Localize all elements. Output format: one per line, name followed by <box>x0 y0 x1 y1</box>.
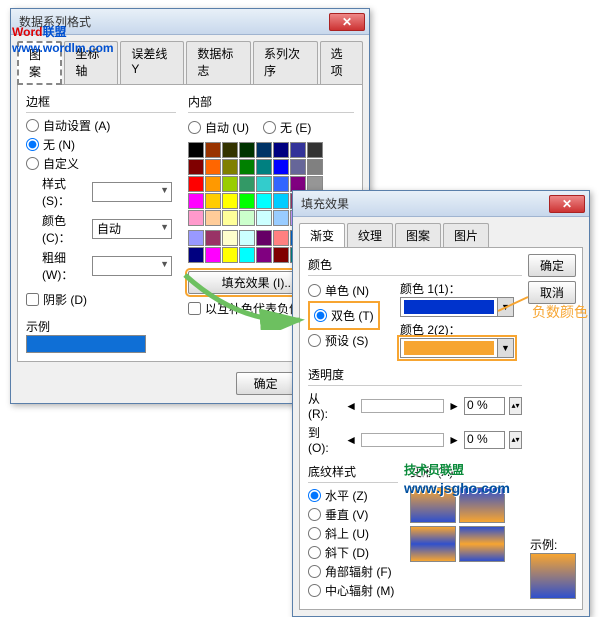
radio-none[interactable]: 无 (N) <box>26 136 176 153</box>
radio-horiz[interactable]: 水平 (Z) <box>308 487 398 504</box>
cancel-button-2[interactable]: 取消 <box>528 281 576 304</box>
ok-button-2[interactable]: 确定 <box>528 254 576 277</box>
radio-preset[interactable]: 预设 (S) <box>308 332 388 349</box>
sample-preview-2 <box>530 553 576 599</box>
tab-order[interactable]: 系列次序 <box>253 41 318 84</box>
from-label: 从 (R): <box>308 390 341 421</box>
titlebar: 数据系列格式 ✕ <box>11 9 369 35</box>
variant-grid[interactable] <box>410 487 505 562</box>
to-pct: 0 % <box>464 431 505 449</box>
close-icon-2[interactable]: ✕ <box>549 195 585 213</box>
c2-label: 颜色 2(2)： <box>400 321 514 338</box>
tab-options[interactable]: 选项 <box>320 41 363 84</box>
from-slider[interactable] <box>361 399 444 413</box>
neg-color-annotation: 负数颜色 <box>532 302 588 322</box>
border-label: 边框 <box>26 93 176 113</box>
to-spin[interactable]: ▴▾ <box>509 431 522 449</box>
from-spin[interactable]: ▴▾ <box>509 397 522 415</box>
color-combo[interactable]: 自动 <box>92 219 172 239</box>
colors-label: 颜色 <box>308 256 522 276</box>
color2-combo[interactable]: ▼ <box>400 338 514 358</box>
dialog-title-2: 填充效果 <box>297 195 549 212</box>
radio-auto[interactable]: 自动设置 (A) <box>26 117 176 134</box>
from-pct: 0 % <box>464 397 505 415</box>
annotation-line <box>496 295 532 315</box>
dialog-title: 数据系列格式 <box>15 13 329 30</box>
style-combo[interactable] <box>92 182 172 202</box>
tab-labels[interactable]: 数据标志 <box>186 41 251 84</box>
radio-custom[interactable]: 自定义 <box>26 155 176 172</box>
titlebar-2: 填充效果 ✕ <box>293 191 589 217</box>
trans-label: 透明度 <box>308 366 522 386</box>
tab-error[interactable]: 误差线 Y <box>120 41 184 84</box>
weight-combo[interactable] <box>92 256 172 276</box>
shading-label: 底纹样式 <box>308 463 398 483</box>
fill-effects-dialog: 填充效果 ✕ 渐变 纹理 图案 图片 确定 取消 颜色 单色 (N) 双色 (T… <box>292 190 590 617</box>
tab-pattern[interactable]: 图案 <box>17 41 62 85</box>
tab-texture[interactable]: 纹理 <box>347 223 393 247</box>
tab-pattern2[interactable]: 图案 <box>395 223 441 247</box>
sample-label-2: 示例: <box>530 536 576 553</box>
close-icon[interactable]: ✕ <box>329 13 365 31</box>
to-slider[interactable] <box>361 433 444 447</box>
tab-axis[interactable]: 坐标轴 <box>64 41 118 84</box>
sample-label: 示例 <box>26 318 176 335</box>
radio-center[interactable]: 中心辐射 (M) <box>308 582 398 599</box>
style-label: 样式 (S)： <box>26 175 86 209</box>
tabs: 图案 坐标轴 误差线 Y 数据标志 系列次序 选项 <box>11 35 369 84</box>
tab-picture[interactable]: 图片 <box>443 223 489 247</box>
border-group: 边框 自动设置 (A) 无 (N) 自定义 样式 (S)： 颜色 (C)：自动 … <box>26 93 176 283</box>
radio-single[interactable]: 单色 (N) <box>308 282 388 299</box>
radio-diagd[interactable]: 斜下 (D) <box>308 544 398 561</box>
tab-gradient[interactable]: 渐变 <box>299 223 345 248</box>
radio-int-auto[interactable]: 自动 (U) <box>188 119 249 136</box>
variant-label: 变形 (A) <box>410 463 505 483</box>
weight-label: 粗细 (W)： <box>26 249 86 283</box>
ok-button[interactable]: 确定 <box>236 372 296 395</box>
radio-int-none[interactable]: 无 (E) <box>263 119 311 136</box>
interior-label: 内部 <box>188 93 354 113</box>
color-label: 颜色 (C)： <box>26 212 86 246</box>
shadow-check[interactable]: 阴影 (D) <box>26 291 176 308</box>
radio-vert[interactable]: 垂直 (V) <box>308 506 398 523</box>
to-label: 到 (O): <box>308 424 341 455</box>
radio-double[interactable]: 双色 (T) <box>314 307 374 324</box>
sample-preview <box>26 335 146 353</box>
radio-corner[interactable]: 角部辐射 (F) <box>308 563 398 580</box>
tabs-2: 渐变 纹理 图案 图片 <box>293 217 589 247</box>
radio-diagu[interactable]: 斜上 (U) <box>308 525 398 542</box>
